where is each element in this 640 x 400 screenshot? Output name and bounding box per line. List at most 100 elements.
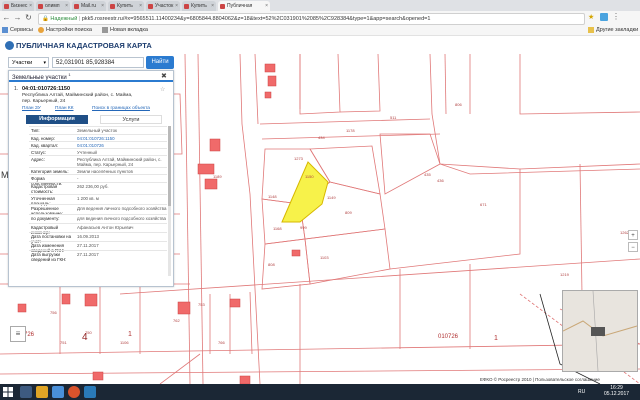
browser-tab[interactable]: Бизнес × <box>2 1 34 11</box>
pin-icon[interactable]: ✖ <box>161 72 167 80</box>
close-tab-icon[interactable]: × <box>101 1 104 11</box>
plan-zu-link[interactable]: План ЗУ <box>22 106 41 111</box>
attribute-value: 1 200 кв. м <box>77 196 99 201</box>
attribute-label: по документу: <box>31 216 60 221</box>
bookmark-item[interactable]: Новая вкладка <box>110 25 148 35</box>
close-tab-icon[interactable]: × <box>29 1 32 11</box>
extension-icon[interactable] <box>600 13 608 21</box>
plan-kk-link[interactable]: План КК <box>55 106 74 111</box>
tab-label: олимп <box>45 3 60 9</box>
parcel-label: 999 <box>300 225 307 230</box>
clock-date: 05.12.2017 <box>604 391 630 397</box>
forward-icon[interactable]: → <box>13 13 22 22</box>
taskbar-app-icon[interactable] <box>84 386 96 398</box>
close-tab-icon[interactable]: × <box>139 1 142 11</box>
minus-icon[interactable]: − <box>628 242 638 252</box>
windows-start-icon[interactable] <box>2 386 14 398</box>
quarter-labels: 010726 010726 4 1 1 <box>14 331 498 343</box>
tab-favicon <box>220 4 225 9</box>
attribute-value: Земельный участок <box>77 128 117 133</box>
search-in-bounds-link[interactable]: Поиск в границах объекта <box>92 106 150 111</box>
panel-accent-bar <box>9 80 173 82</box>
parcel-label: 671 <box>480 202 487 207</box>
browser-tab[interactable]: Купить × <box>108 1 144 11</box>
bookmark-favicon <box>102 27 108 33</box>
url-input[interactable]: 🔒 Надежный | pkk5.rosreestr.ru/#x=956551… <box>38 13 585 25</box>
other-bookmarks[interactable]: Другие закладки <box>596 25 638 35</box>
favorite-star-icon[interactable]: ☆ <box>160 86 165 93</box>
parcel-label: 1189 <box>213 174 222 179</box>
tab-services[interactable]: Услуги <box>100 115 162 124</box>
chevron-down-icon: ▾ <box>43 60 46 66</box>
language-indicator[interactable]: RU <box>578 389 585 395</box>
parcel-label: 1168 <box>273 226 282 231</box>
bookmark-item[interactable]: Настройки поиска <box>46 25 92 35</box>
taskbar-app-icon[interactable] <box>52 386 64 398</box>
attribute-value: - <box>77 176 79 181</box>
reload-icon[interactable]: ↻ <box>24 13 33 22</box>
parcel-label: 434 <box>318 135 325 140</box>
url-text: pkk5.rosreestr.ru/#x=9565511.11400234&y=… <box>81 16 431 22</box>
parcel-label: 1150 <box>305 174 314 179</box>
district-number: 1 <box>494 335 498 342</box>
object-index: 1. <box>14 86 19 92</box>
tab-favicon <box>184 4 189 9</box>
back-icon[interactable]: ← <box>2 13 11 22</box>
attribute-value: Афанасьев Антон Юрьевич <box>77 225 134 230</box>
browser-tab[interactable]: олимп × <box>36 1 70 11</box>
explorer-icon[interactable] <box>36 386 48 398</box>
tab-label: Купить <box>191 3 207 9</box>
browser-tab[interactable]: Публичная × <box>218 1 270 11</box>
bookmark-item[interactable]: Сервисы <box>10 25 33 35</box>
tab-information[interactable]: Информация <box>26 115 88 124</box>
attribute-label: Тип: <box>31 128 40 133</box>
search-input[interactable]: 52,031901 85,928384 <box>52 57 144 68</box>
parcel-label: 435 <box>424 172 431 177</box>
attribute-value: 27.11.2017 <box>77 243 99 248</box>
attribute-label: Дата выгрузки сведений из ГКН: <box>31 252 67 262</box>
find-button[interactable]: Найти <box>146 56 174 69</box>
selected-parcel-1150[interactable] <box>281 161 329 223</box>
system-clock[interactable]: 16:29 05.12.2017 <box>604 385 629 397</box>
tab-favicon <box>4 4 9 9</box>
parcel-label: 753 <box>198 302 205 307</box>
lock-icon: 🔒 <box>42 16 49 22</box>
search-type-value: Участки <box>12 60 33 66</box>
close-tab-icon[interactable]: × <box>211 1 214 11</box>
taskbar-app-icon[interactable] <box>20 386 32 398</box>
browser-tab[interactable]: Купить × <box>182 1 216 11</box>
parcel-label: 808 <box>268 262 275 267</box>
parcel-label: 751 <box>60 340 67 345</box>
plus-icon[interactable]: + <box>628 230 638 240</box>
tab-label: Участок <box>155 3 174 9</box>
secure-label: Надежный <box>50 16 78 22</box>
parcel-label: 809 <box>345 210 352 215</box>
parcel-label: 1148 <box>268 194 277 199</box>
folder-icon <box>588 27 594 33</box>
bookmark-favicon <box>38 27 44 33</box>
browser-tab[interactable]: Mail.ru × <box>72 1 106 11</box>
map-attribution[interactable]: ЕФКО © Росреестр 2010 | Пользовательское… <box>480 377 600 382</box>
tab-favicon <box>148 4 153 9</box>
browser-tab[interactable]: Участок × <box>146 1 180 11</box>
apps-icon <box>2 27 8 33</box>
menu-icon[interactable]: ⋮ <box>612 12 620 21</box>
object-cad-number[interactable]: 04:01:010726:1150 <box>22 86 70 92</box>
rosreestr-logo[interactable] <box>5 41 14 50</box>
close-tab-icon[interactable]: × <box>65 1 68 11</box>
tab-favicon <box>74 4 79 9</box>
tab-favicon <box>38 4 43 9</box>
bookmark-star-icon[interactable]: ★ <box>588 13 594 21</box>
attribute-value: 262 236,00 руб. <box>77 184 109 189</box>
parcel-label: 1106 <box>120 340 129 345</box>
close-tab-icon[interactable]: × <box>175 1 178 11</box>
close-tab-icon[interactable]: × <box>265 1 268 11</box>
panel-scrollbar-thumb[interactable] <box>168 126 171 206</box>
chrome-icon[interactable] <box>68 386 80 398</box>
parcel-label: 756 <box>50 310 57 315</box>
layers-icon[interactable]: ≡ <box>10 326 26 342</box>
overview-minimap[interactable] <box>562 290 638 372</box>
bookmarks-bar: Сервисы Настройки поиска Новая вкладка Д… <box>0 25 640 36</box>
search-type-select[interactable]: Участки ▾ <box>8 57 49 68</box>
windows-taskbar <box>0 384 640 400</box>
